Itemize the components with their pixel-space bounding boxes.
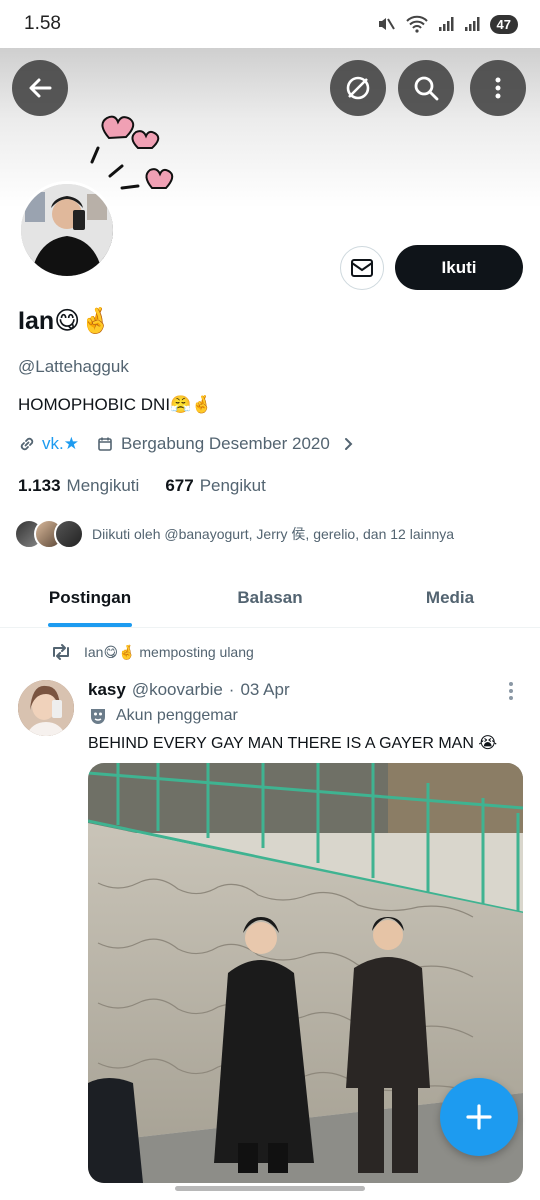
tab-media[interactable]: Media <box>360 568 540 627</box>
profile-stats: 1.133 Mengikuti 677 Pengikut <box>18 476 266 496</box>
no-signal-icon <box>346 76 370 100</box>
repost-indicator: Ian😋🤞 memposting ulang <box>50 643 254 661</box>
followers-stat[interactable]: 677 Pengikut <box>165 476 266 496</box>
post-date[interactable]: 03 Apr <box>240 680 289 700</box>
search-button[interactable] <box>398 60 454 116</box>
post-author-handle[interactable]: @koovarbie <box>132 680 223 700</box>
plus-icon <box>466 1104 492 1130</box>
post-author-name[interactable]: kasy <box>88 680 126 700</box>
followed-by-text: Diikuti oleh @banayogurt, Jerry 侯, gerel… <box>92 526 455 542</box>
post-separator: · <box>228 680 235 699</box>
followers-count: 677 <box>165 476 194 495</box>
fan-label-text: Akun penggemar <box>116 707 238 724</box>
fan-account-label: Akun penggemar <box>88 706 238 726</box>
battery-indicator: 47 <box>489 14 518 34</box>
home-indicator[interactable] <box>175 1186 365 1191</box>
follow-button[interactable]: Ikuti <box>395 245 523 290</box>
following-count: 1.133 <box>18 476 61 495</box>
search-icon <box>414 76 439 101</box>
profile-bio: HOMOPHOBIC DNI😤🤞 <box>18 395 213 414</box>
more-vertical-icon <box>495 77 501 99</box>
no-signal-button[interactable] <box>330 60 386 116</box>
link-icon <box>20 437 34 451</box>
compose-button[interactable] <box>440 1078 518 1156</box>
chevron-right-icon[interactable] <box>340 436 356 452</box>
mask-icon <box>91 709 105 724</box>
repost-icon <box>53 644 69 660</box>
post-more-button[interactable] <box>500 680 522 702</box>
dot-icon <box>509 696 513 700</box>
status-bar: 1.58 47 <box>0 0 540 48</box>
follower-avatar <box>54 519 84 549</box>
mute-icon <box>378 18 395 30</box>
display-name: Ian😋🤞 <box>18 307 112 335</box>
wifi-icon <box>405 15 428 33</box>
following-stat[interactable]: 1.133 Mengikuti <box>18 476 139 496</box>
followers-label: Pengikut <box>199 476 266 495</box>
profile-meta: vk.★ Bergabung Desember 2020 <box>18 434 356 454</box>
profile-tabs: Postingan Balasan Media <box>0 568 540 628</box>
profile-avatar[interactable] <box>18 181 116 279</box>
signal-icon <box>438 17 454 31</box>
arrow-left-icon <box>29 78 52 98</box>
post-author-avatar[interactable] <box>18 680 74 736</box>
tab-balasan[interactable]: Balasan <box>180 568 360 627</box>
post-avatar-photo <box>18 680 74 736</box>
status-icons: 47 <box>376 14 518 34</box>
back-button[interactable] <box>12 60 68 116</box>
following-label: Mengikuti <box>66 476 140 495</box>
more-options-button[interactable] <box>470 60 526 116</box>
post-header: kasy @koovarbie · 03 Apr <box>88 680 290 700</box>
website-link[interactable]: vk.★ <box>42 434 79 454</box>
profile-handle: @Lattehagguk <box>18 357 129 376</box>
calendar-icon <box>98 437 112 451</box>
followed-by-row[interactable]: Diikuti oleh @banayogurt, Jerry 侯, gerel… <box>14 519 454 549</box>
signal-icon-2 <box>464 17 480 31</box>
envelope-icon <box>351 259 373 277</box>
repost-author[interactable]: Ian😋🤞 <box>84 644 136 660</box>
repost-text: memposting ulang <box>139 643 254 660</box>
dot-icon <box>509 682 513 686</box>
message-button[interactable] <box>340 246 384 290</box>
status-time: 1.58 <box>24 13 61 34</box>
avatar-photo <box>21 184 113 276</box>
post-text: BEHIND EVERY GAY MAN THERE IS A GAYER MA… <box>88 735 498 752</box>
dot-icon <box>509 689 513 693</box>
tab-postingan[interactable]: Postingan <box>0 568 180 627</box>
joined-date[interactable]: Bergabung Desember 2020 <box>121 434 330 454</box>
